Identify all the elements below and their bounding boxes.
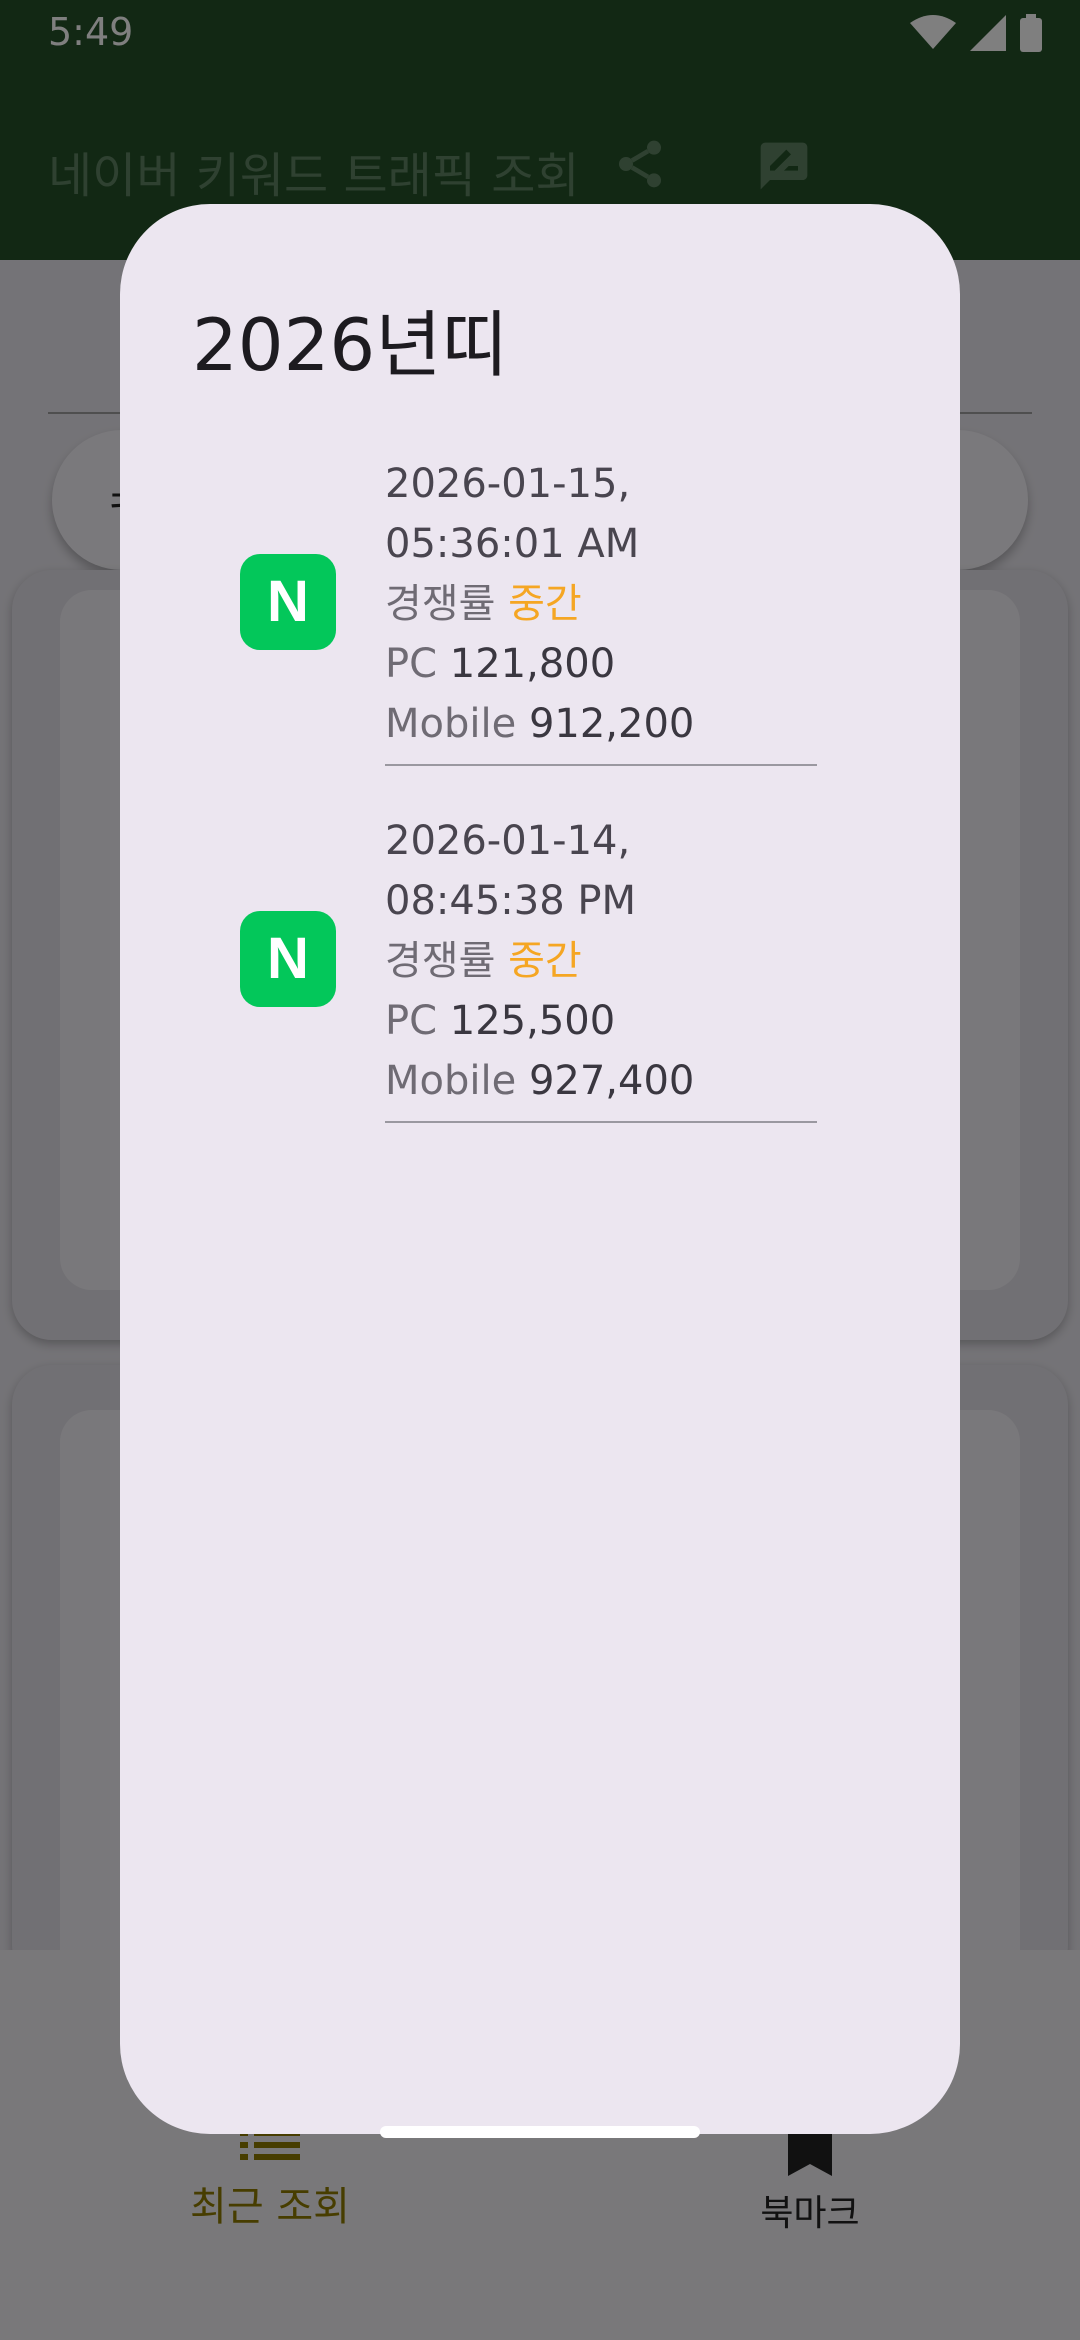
competition-value: 중간 <box>508 938 582 984</box>
pc-row: PC 121,800 <box>385 634 817 694</box>
history-item-details: 2026-01-15, 05:36:01 AM 경쟁률 중간 PC 121,80… <box>385 454 817 766</box>
competition-label: 경쟁률 <box>385 938 496 984</box>
mobile-label: Mobile <box>385 701 517 747</box>
mobile-label: Mobile <box>385 1058 517 1104</box>
competition-row: 경쟁률 중간 <box>385 574 817 634</box>
history-item[interactable]: N 2026-01-14, 08:45:38 PM 경쟁률 중간 PC 125,… <box>120 811 960 1168</box>
mobile-value: 927,400 <box>528 1058 695 1104</box>
gesture-nav-bar[interactable] <box>380 2126 700 2138</box>
competition-value: 중간 <box>508 581 582 627</box>
pc-label: PC <box>385 998 438 1044</box>
history-timestamp: 2026-01-15, 05:36:01 AM <box>385 461 640 567</box>
mobile-row: Mobile 912,200 <box>385 694 817 754</box>
pc-value: 121,800 <box>449 641 616 687</box>
pc-value: 125,500 <box>449 998 616 1044</box>
history-item-details: 2026-01-14, 08:45:38 PM 경쟁률 중간 PC 125,50… <box>385 811 817 1123</box>
competition-label: 경쟁률 <box>385 581 496 627</box>
mobile-row: Mobile 927,400 <box>385 1051 817 1111</box>
history-item[interactable]: N 2026-01-15, 05:36:01 AM 경쟁률 중간 PC 121,… <box>120 454 960 811</box>
naver-logo-icon: N <box>240 911 336 1007</box>
pc-row: PC 125,500 <box>385 991 817 1051</box>
history-dialog: 2026년띠 N 2026-01-15, 05:36:01 AM 경쟁률 중간 … <box>120 204 960 2134</box>
pc-label: PC <box>385 641 438 687</box>
history-list: N 2026-01-15, 05:36:01 AM 경쟁률 중간 PC 121,… <box>120 454 960 1168</box>
history-timestamp: 2026-01-14, 08:45:38 PM <box>385 818 636 924</box>
dialog-title: 2026년띠 <box>192 303 508 387</box>
naver-logo-icon: N <box>240 554 336 650</box>
mobile-value: 912,200 <box>528 701 695 747</box>
competition-row: 경쟁률 중간 <box>385 931 817 991</box>
